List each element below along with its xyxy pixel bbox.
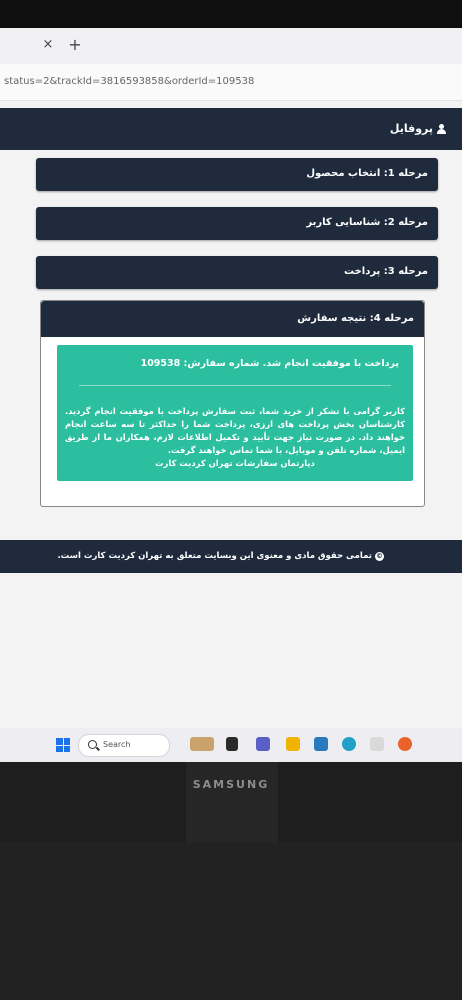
step-4-panel: مرحله 4: نتیجه سفارش پرداخت با موفقیت ان…: [40, 300, 425, 507]
close-tab-icon[interactable]: ×: [40, 37, 56, 53]
copyright-text: تمامی حقوق مادی و معنوی این وبسایت متعلق…: [57, 551, 372, 561]
windows-taskbar: Search: [0, 728, 462, 762]
success-message: کاربر گرامی با تشکر از خرید شما، ثبت سفا…: [65, 405, 405, 470]
desk-surface: [0, 842, 462, 1000]
address-bar[interactable]: status=2&trackId=3816593858&orderId=1095…: [0, 64, 462, 101]
success-body-text: کاربر گرامی با تشکر از خرید شما، ثبت سفا…: [65, 406, 405, 455]
step-label: مرحله 1: انتخاب محصول: [306, 168, 428, 179]
step-1-select-product[interactable]: مرحله 1: انتخاب محصول: [36, 158, 438, 191]
taskbar-search[interactable]: Search: [78, 734, 170, 757]
monitor-brand-logo: SAMSUNG: [192, 778, 270, 791]
copyright-notice: © تمامی حقوق مادی و معنوی این وبسایت متع…: [57, 551, 384, 561]
step-3-payment[interactable]: مرحله 3: پرداخت: [36, 256, 438, 289]
firefox-icon[interactable]: [398, 737, 412, 751]
search-placeholder: Search: [103, 740, 131, 749]
widgets-icon[interactable]: [190, 737, 214, 751]
monitor-stand: [186, 762, 278, 842]
step-label: مرحله 3: پرداخت: [343, 266, 428, 277]
divider: [79, 385, 391, 386]
edge-icon[interactable]: [342, 737, 356, 751]
url-text[interactable]: status=2&trackId=3816593858&orderId=1095…: [4, 76, 254, 87]
step-label: مرحله 4: نتیجه سفارش: [297, 313, 414, 324]
app-icon[interactable]: [370, 737, 384, 751]
search-icon: [88, 740, 97, 749]
task-view-icon[interactable]: [226, 737, 238, 751]
site-header: پروفایل: [0, 108, 462, 150]
store-icon[interactable]: [314, 737, 328, 751]
success-title: پرداخت با موفقیت انجام شد. شماره سفارش: …: [140, 358, 399, 369]
copyright-icon: ©: [375, 551, 384, 561]
file-explorer-icon[interactable]: [286, 737, 300, 751]
department-signature: دپارتمان سفارشات تهران کردیت کارت: [155, 458, 315, 468]
new-tab-icon[interactable]: +: [66, 36, 84, 54]
profile-label: پروفایل: [389, 122, 433, 135]
step-4-order-result[interactable]: مرحله 4: نتیجه سفارش: [41, 301, 424, 337]
windows-start-icon[interactable]: [56, 738, 70, 752]
user-icon: [437, 123, 446, 134]
step-2-identify-user[interactable]: مرحله 2: شناسایی کاربر: [36, 207, 438, 240]
site-footer: © تمامی حقوق مادی و معنوی این وبسایت متع…: [0, 540, 462, 573]
monitor-bezel: × + status=2&trackId=3816593858&orderId=…: [0, 0, 462, 762]
screen: × + status=2&trackId=3816593858&orderId=…: [0, 28, 462, 762]
browser-tab-row: × +: [0, 28, 462, 64]
success-alert: پرداخت با موفقیت انجام شد. شماره سفارش: …: [57, 345, 413, 481]
step-label: مرحله 2: شناسایی کاربر: [306, 217, 428, 228]
chat-icon[interactable]: [256, 737, 270, 751]
profile-link[interactable]: پروفایل: [390, 122, 446, 135]
